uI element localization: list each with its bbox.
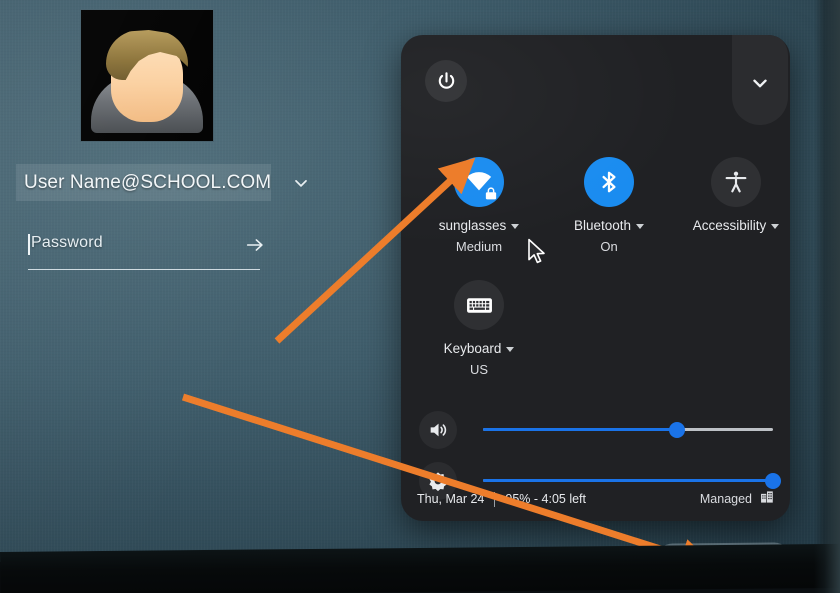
- power-icon[interactable]: [425, 60, 467, 102]
- pod-network[interactable]: sunglasses Medium: [420, 157, 538, 254]
- date-label[interactable]: Thu, Mar 24: [417, 492, 484, 506]
- enterprise-building-icon: [760, 490, 774, 509]
- pod-keyboard[interactable]: Keyboard US: [420, 280, 538, 377]
- screen-bezel-right: [814, 0, 840, 593]
- volume-icon[interactable]: [419, 411, 457, 449]
- pod-accessibility[interactable]: Accessibility: [671, 157, 790, 233]
- footer-divider: [494, 491, 496, 507]
- pod-keyboard-title: Keyboard: [420, 341, 538, 356]
- caret-down-icon[interactable]: [511, 224, 520, 229]
- pod-keyboard-sub: US: [469, 362, 489, 377]
- pod-accessibility-title: Accessibility: [671, 218, 790, 233]
- pod-network-sub: Medium: [455, 239, 503, 254]
- password-field[interactable]: Password: [28, 232, 263, 270]
- avatar[interactable]: [80, 9, 214, 142]
- pod-network-label: sunglasses: [438, 218, 507, 233]
- caret-down-icon[interactable]: [771, 224, 780, 229]
- managed-label: Managed: [699, 492, 752, 506]
- volume-slider-thumb[interactable]: [669, 421, 686, 438]
- wifi-locked-icon[interactable]: [454, 157, 504, 207]
- screen-bezel-bottom: [0, 543, 840, 593]
- pod-keyboard-label: Keyboard: [443, 341, 502, 356]
- caret-down-icon[interactable]: [636, 224, 645, 229]
- keyboard-icon[interactable]: [454, 280, 504, 330]
- chevron-down-icon: [749, 72, 771, 99]
- quick-settings-footer: Thu, Mar 24 95% - 4:05 left Managed: [401, 479, 790, 521]
- pod-network-title: sunglasses: [420, 218, 538, 233]
- chevron-down-icon[interactable]: [291, 173, 311, 193]
- pod-accessibility-label: Accessibility: [692, 218, 767, 233]
- chromebook-screen: User Name@SCHOOL.COM Password sunglasses…: [0, 0, 840, 593]
- accessibility-icon[interactable]: [711, 157, 761, 207]
- arrow-right-icon[interactable]: [244, 234, 266, 256]
- managed-status[interactable]: Managed: [700, 490, 774, 509]
- pod-bluetooth-label: Bluetooth: [573, 218, 632, 233]
- bluetooth-icon[interactable]: [584, 157, 634, 207]
- battery-status-label[interactable]: 95% - 4:05 left: [505, 492, 586, 506]
- password-placeholder: Password: [31, 234, 103, 251]
- pod-bluetooth[interactable]: Bluetooth On: [550, 157, 668, 254]
- pod-bluetooth-sub: On: [600, 239, 618, 254]
- mouse-pointer-icon: [528, 238, 545, 264]
- quick-settings-panel: sunglasses Medium Bluetooth On Accessibi…: [401, 35, 790, 521]
- lock-badge-icon: [485, 187, 497, 200]
- login-panel: User Name@SCHOOL.COM Password: [0, 0, 330, 300]
- account-name-chip[interactable]: User Name@SCHOOL.COM: [16, 164, 271, 201]
- pod-bluetooth-title: Bluetooth: [550, 218, 668, 233]
- volume-slider-row: [419, 411, 775, 455]
- volume-slider-track[interactable]: [483, 421, 773, 438]
- text-caret: [28, 234, 30, 255]
- volume-slider-fill: [483, 428, 678, 431]
- collapse-panel-button[interactable]: [732, 35, 788, 125]
- account-row: User Name@SCHOOL.COM: [16, 164, 316, 201]
- account-name-label: User Name@SCHOOL.COM: [24, 171, 272, 193]
- caret-down-icon[interactable]: [506, 347, 515, 352]
